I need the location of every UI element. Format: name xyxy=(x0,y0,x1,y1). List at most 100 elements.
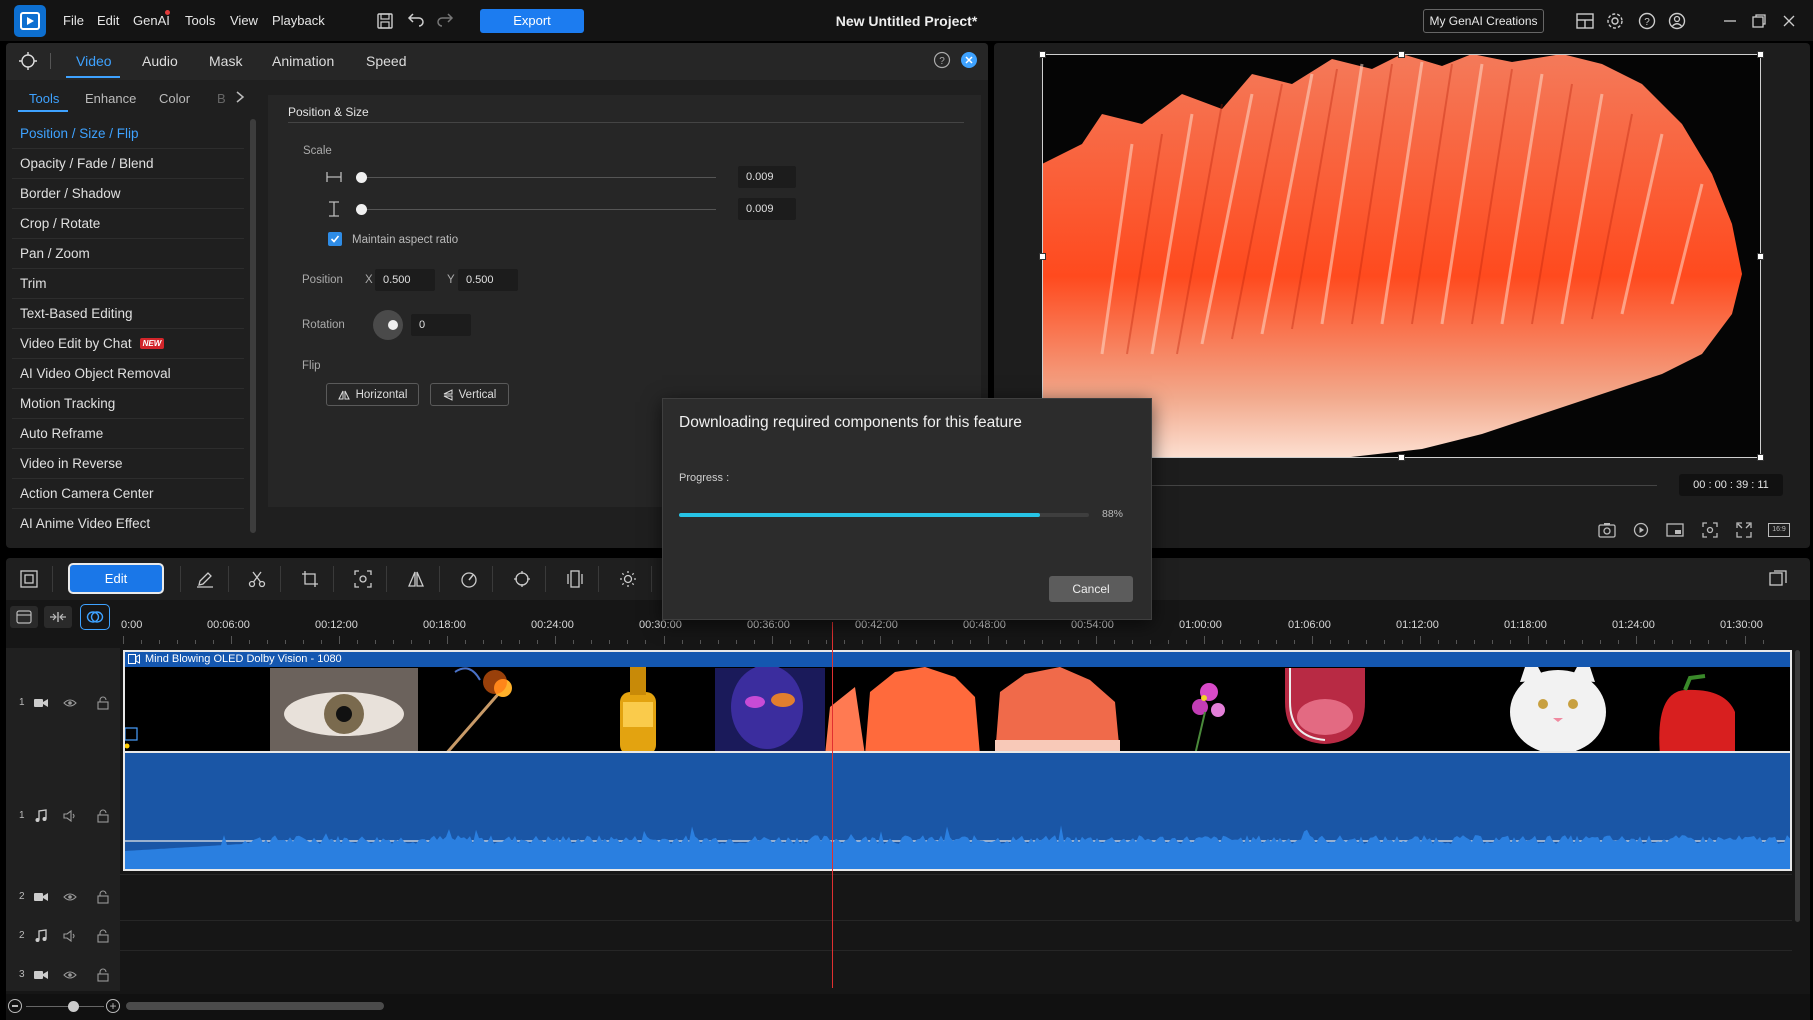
undo-icon[interactable] xyxy=(405,10,427,32)
panel-close-icon[interactable] xyxy=(960,51,978,69)
position-y-input[interactable]: 0.500 xyxy=(458,269,518,291)
preview-quality-icon[interactable] xyxy=(1664,520,1686,540)
tab-audio[interactable]: Audio xyxy=(142,53,178,69)
layout-icon[interactable] xyxy=(1574,10,1596,32)
resize-handle[interactable] xyxy=(1757,454,1764,461)
width-scale-slider[interactable] xyxy=(358,177,716,178)
ai-magic-icon[interactable] xyxy=(16,49,40,73)
resize-handle[interactable] xyxy=(1398,51,1405,58)
close-icon[interactable] xyxy=(1778,10,1800,32)
tool-text-based-editing[interactable]: Text-Based Editing xyxy=(12,299,244,329)
lock-icon[interactable] xyxy=(95,928,111,944)
rotation-dial[interactable] xyxy=(373,310,403,340)
app-logo-icon[interactable] xyxy=(14,5,46,37)
lock-icon[interactable] xyxy=(95,889,111,905)
account-icon[interactable] xyxy=(1666,10,1688,32)
menu-genai[interactable]: GenAI xyxy=(133,13,170,28)
speaker-icon[interactable] xyxy=(62,928,78,944)
width-scale-input[interactable]: 0.009 xyxy=(738,166,796,188)
zoom-in-icon[interactable]: + xyxy=(106,999,120,1013)
tool-auto-reframe[interactable]: Auto Reframe xyxy=(12,419,244,449)
crop-icon[interactable] xyxy=(297,566,323,592)
snapshot-icon[interactable] xyxy=(1596,520,1618,540)
lock-icon[interactable] xyxy=(95,695,111,711)
menu-file[interactable]: File xyxy=(63,13,84,28)
pen-icon[interactable] xyxy=(192,566,218,592)
export-button[interactable]: Export xyxy=(480,9,584,33)
stabilizer-icon[interactable] xyxy=(562,566,588,592)
tool-motion-tracking[interactable]: Motion Tracking xyxy=(12,389,244,419)
subtab-truncated[interactable]: B xyxy=(217,91,226,106)
visibility-eye-icon[interactable] xyxy=(62,889,78,905)
timeline-settings-icon[interactable] xyxy=(1765,566,1791,592)
height-scale-slider[interactable] xyxy=(358,209,716,210)
subtab-color[interactable]: Color xyxy=(159,91,190,106)
lock-icon[interactable] xyxy=(95,967,111,983)
tab-animation[interactable]: Animation xyxy=(272,53,334,69)
zoom-slider-track[interactable] xyxy=(26,1006,104,1007)
fullscreen-icon[interactable] xyxy=(1733,520,1755,540)
minimize-icon[interactable] xyxy=(1719,10,1741,32)
tool-ai-anime-video-effect[interactable]: AI Anime Video Effect xyxy=(12,509,244,539)
tool-ai-video-object-removal[interactable]: AI Video Object Removal xyxy=(12,359,244,389)
timeline-horizontal-scrollbar[interactable] xyxy=(126,1002,384,1010)
tab-speed[interactable]: Speed xyxy=(366,53,406,69)
subtab-tools[interactable]: Tools xyxy=(29,91,59,106)
resize-handle[interactable] xyxy=(1039,253,1046,260)
tool-position-size-flip[interactable]: Position / Size / Flip xyxy=(12,119,244,149)
speed-icon[interactable] xyxy=(456,566,482,592)
save-icon[interactable] xyxy=(374,10,396,32)
maintain-aspect-checkbox[interactable] xyxy=(328,232,342,246)
edit-button[interactable]: Edit xyxy=(68,563,164,594)
fit-timeline-icon[interactable] xyxy=(44,606,72,628)
zoom-out-icon[interactable] xyxy=(8,999,22,1013)
speaker-icon[interactable] xyxy=(62,808,78,824)
subtab-enhance[interactable]: Enhance xyxy=(85,91,136,106)
timeline-vertical-scrollbar[interactable] xyxy=(1795,650,1800,922)
media-room-icon[interactable] xyxy=(16,566,42,592)
width-scale-slider-knob[interactable] xyxy=(356,172,367,183)
resize-handle[interactable] xyxy=(1757,51,1764,58)
tool-pan-zoom[interactable]: Pan / Zoom xyxy=(12,239,244,269)
tab-mask[interactable]: Mask xyxy=(209,53,242,69)
tab-video[interactable]: Video xyxy=(76,53,112,69)
position-x-input[interactable]: 0.500 xyxy=(375,269,435,291)
playback-mode-icon[interactable] xyxy=(1630,520,1652,540)
tool-video-in-reverse[interactable]: Video in Reverse xyxy=(12,449,244,479)
help-icon[interactable]: ? xyxy=(1636,10,1658,32)
resize-handle[interactable] xyxy=(1039,51,1046,58)
visibility-eye-icon[interactable] xyxy=(62,695,78,711)
restore-icon[interactable] xyxy=(1748,10,1770,32)
menu-playback[interactable]: Playback xyxy=(272,13,325,28)
resize-handle[interactable] xyxy=(1757,253,1764,260)
tool-trim[interactable]: Trim xyxy=(12,269,244,299)
subtab-scroll-right-icon[interactable] xyxy=(235,90,247,104)
motion-tracking-icon[interactable] xyxy=(350,566,376,592)
tool-border-shadow[interactable]: Border / Shadow xyxy=(12,179,244,209)
zoom-fit-icon[interactable] xyxy=(1699,520,1721,540)
aspect-ratio-icon[interactable]: 16:9 xyxy=(1767,520,1791,540)
rotation-input[interactable]: 0 xyxy=(411,314,471,336)
my-genai-creations-button[interactable]: My GenAI Creations xyxy=(1423,9,1544,33)
gear-icon[interactable] xyxy=(1604,10,1626,32)
resize-handle[interactable] xyxy=(1398,454,1405,461)
flip-icon[interactable] xyxy=(403,566,429,592)
brightness-icon[interactable] xyxy=(615,566,641,592)
flip-vertical-button[interactable]: Vertical xyxy=(430,383,509,406)
height-scale-slider-knob[interactable] xyxy=(356,204,367,215)
tool-crop-rotate[interactable]: Crop / Rotate xyxy=(12,209,244,239)
menu-view[interactable]: View xyxy=(230,13,258,28)
lock-icon[interactable] xyxy=(95,808,111,824)
menu-edit[interactable]: Edit xyxy=(97,13,119,28)
track-manager-icon[interactable] xyxy=(10,606,38,628)
tool-action-camera-center[interactable]: Action Camera Center xyxy=(12,479,244,509)
playhead[interactable] xyxy=(832,622,833,988)
ai-effect-icon[interactable] xyxy=(509,566,535,592)
zoom-slider-knob[interactable] xyxy=(68,1001,79,1012)
cancel-button[interactable]: Cancel xyxy=(1049,576,1133,602)
audio-clip[interactable] xyxy=(123,753,1792,871)
visibility-eye-icon[interactable] xyxy=(62,967,78,983)
panel-help-icon[interactable]: ? xyxy=(933,51,951,69)
redo-icon[interactable] xyxy=(434,10,456,32)
menu-tools[interactable]: Tools xyxy=(185,13,215,28)
